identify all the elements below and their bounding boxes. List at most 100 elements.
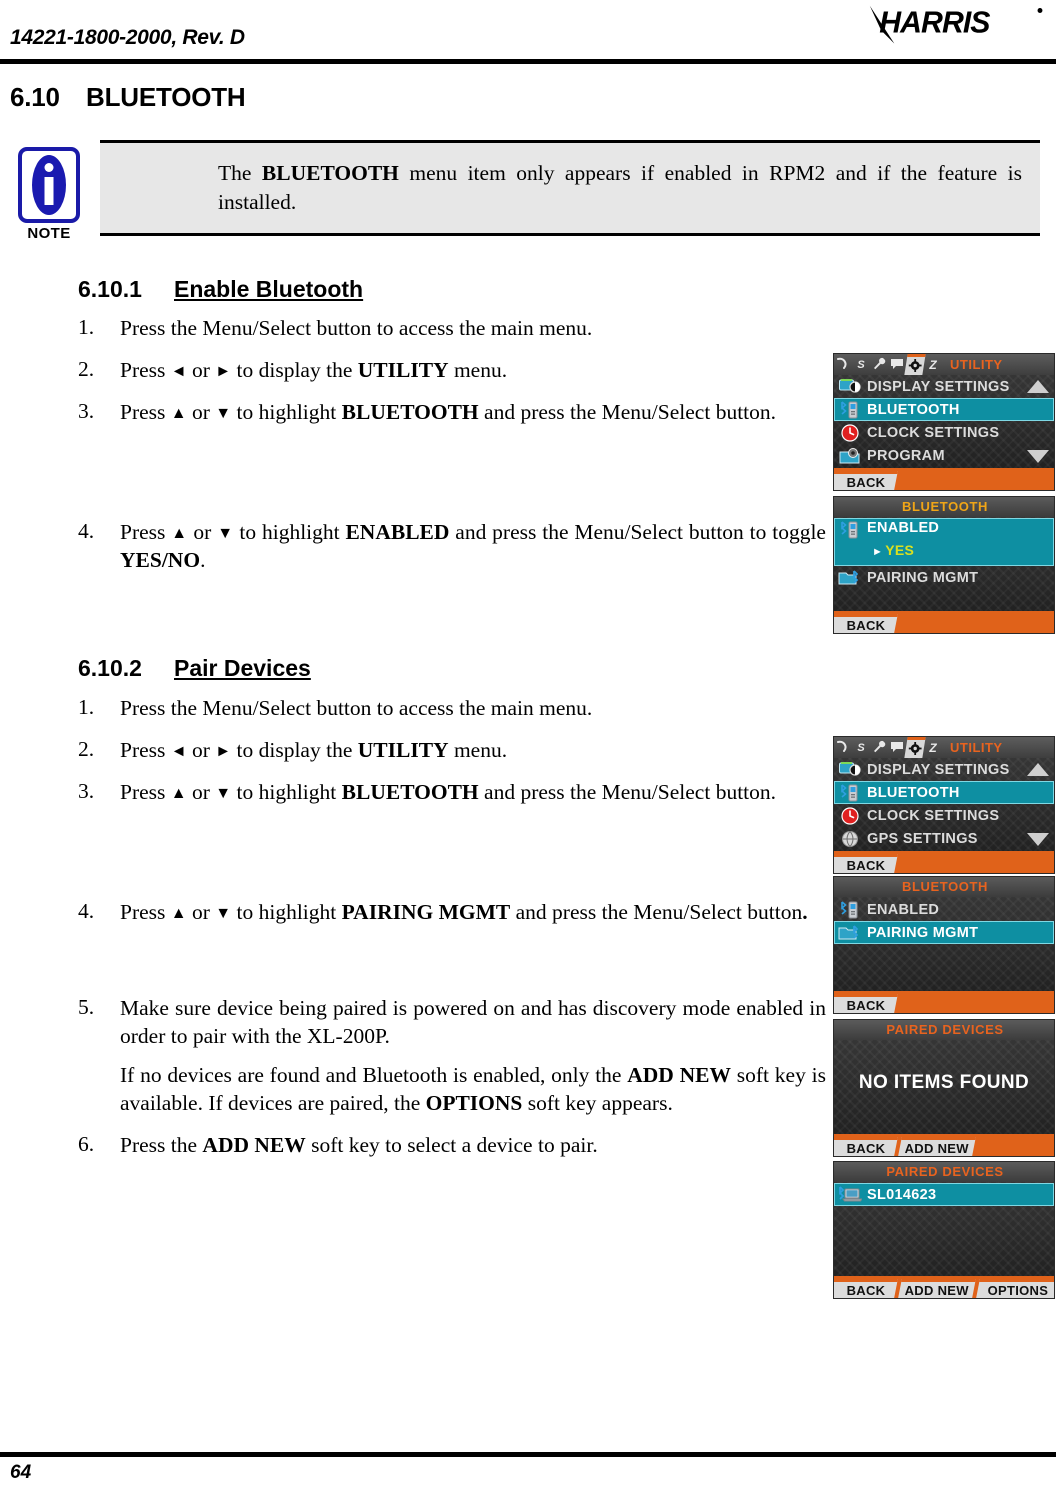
menu-item-label: CLOCK SETTINGS: [867, 424, 1000, 441]
zone-icon[interactable]: Z: [924, 737, 942, 758]
step-marker: 6.: [78, 1131, 95, 1156]
page-header: 14221-1800-2000, Rev. D HARRIS: [0, 0, 1056, 64]
screen-title-bar: PAIRED DEVICES: [834, 1020, 1054, 1040]
softkey-back[interactable]: BACK: [834, 471, 898, 490]
steps-list-enable-bluetooth: 1. Press the Menu/Select button to access…: [78, 315, 826, 589]
subsection-heading-6-10-2: 6.10.2 Pair Devices: [78, 655, 311, 682]
menu-item-label: DISPLAY SETTINGS: [867, 378, 1010, 395]
note-box: NOTE The BLUETOOTH menu item only appear…: [18, 140, 1040, 242]
menu-item[interactable]: PAIRING MGMT: [834, 921, 1054, 944]
scroll-up-icon[interactable]: [1027, 763, 1049, 776]
step-item: 2. Press ◄ or ► to display the UTILITY me…: [78, 357, 826, 385]
clock-icon: [837, 423, 863, 442]
bluetooth-radio-icon: [837, 400, 863, 419]
menu-item[interactable]: ENABLED ► YES: [834, 518, 1054, 566]
scroll-up-icon[interactable]: [1027, 380, 1049, 393]
scan-icon[interactable]: S: [852, 737, 870, 758]
menu-item[interactable]: PROGRAM: [834, 444, 1054, 467]
step-text: Press the ADD NEW soft key to select a d…: [120, 1132, 598, 1157]
scroll-down-icon[interactable]: [1027, 833, 1049, 846]
menu-item-label: PROGRAM: [867, 447, 945, 464]
zone-icon[interactable]: Z: [924, 354, 942, 375]
step-item: 2. Press ◄ or ► to display the UTILITY me…: [78, 737, 826, 765]
softkey-back[interactable]: BACK: [834, 614, 898, 633]
screen-title: PAIRED DEVICES: [886, 1164, 1004, 1179]
wrench-icon[interactable]: [870, 354, 888, 375]
step-text: Press ▲ or ▼ to highlight BLUETOOTH and …: [120, 399, 777, 424]
subsection-number: 6.10.1: [78, 276, 142, 302]
softkey-add-new[interactable]: ADD NEW: [898, 1137, 976, 1156]
menu-item-label: PAIRING MGMT: [867, 924, 979, 941]
step-text: Press the Menu/Select button to access t…: [120, 316, 593, 340]
clock-icon: [837, 806, 863, 825]
info-icon: [18, 147, 80, 223]
menu-item[interactable]: CLOCK SETTINGS: [834, 421, 1054, 444]
document-page: 14221-1800-2000, Rev. D HARRIS 6.10 BLUET…: [0, 0, 1056, 1510]
subsection-title: Enable Bluetooth: [174, 276, 364, 302]
call-icon[interactable]: [834, 737, 852, 758]
softkey-options[interactable]: OPTIONS: [976, 1279, 1054, 1298]
softkey-add-new[interactable]: ADD NEW: [898, 1279, 976, 1298]
radio-screen-paired-devices-list: PAIRED DEVICES SL014623 BACK ADD NEW OPTIONS: [833, 1161, 1055, 1299]
call-icon[interactable]: [834, 354, 852, 375]
screen-title: UTILITY: [950, 740, 1003, 755]
menu-item-label: ENABLED: [867, 520, 940, 536]
subsection-number: 6.10.2: [78, 655, 142, 681]
gps-icon: [837, 829, 863, 848]
scan-icon[interactable]: S: [852, 354, 870, 375]
menu-item[interactable]: BLUETOOTH: [834, 398, 1054, 421]
softkey-back[interactable]: BACK: [834, 1137, 898, 1156]
wrench-icon[interactable]: [870, 737, 888, 758]
softkey-back[interactable]: BACK: [834, 854, 898, 873]
gear-icon[interactable]: [904, 354, 926, 375]
menu-item-value[interactable]: ► YES: [872, 542, 914, 558]
menu-item[interactable]: GPS SETTINGS: [834, 827, 1054, 850]
scroll-down-icon[interactable]: [1027, 450, 1049, 463]
menu-item-label: CLOCK SETTINGS: [867, 807, 1000, 824]
menu-item-label: BLUETOOTH: [867, 784, 960, 801]
screen-title-bar: BLUETOOTH: [834, 497, 1054, 517]
menu-item[interactable]: DISPLAY SETTINGS: [834, 758, 1054, 781]
menu-item[interactable]: DISPLAY SETTINGS: [834, 375, 1054, 398]
step-continuation: If no devices are found and Bluetooth is…: [120, 1062, 826, 1115]
menu-item[interactable]: ENABLED: [834, 898, 1054, 921]
step-item: 1. Press the Menu/Select button to access…: [78, 315, 826, 343]
message-icon[interactable]: [888, 354, 906, 375]
step-item: 3. Press ▲ or ▼ to highlight BLUETOOTH an…: [78, 779, 826, 807]
page-title: 6.10 BLUETOOTH: [10, 82, 246, 113]
menu-item[interactable]: BLUETOOTH: [834, 781, 1054, 804]
step-marker: 2.: [78, 736, 95, 761]
menu-item-label: BLUETOOTH: [867, 401, 960, 418]
soft-key-bar: BACK: [834, 851, 1054, 873]
program-icon: [837, 446, 863, 465]
steps-list-pair-devices: 1. Press the Menu/Select button to access…: [78, 695, 826, 1173]
screen-title: BLUETOOTH: [901, 879, 989, 894]
screen-title: UTILITY: [950, 357, 1003, 372]
page-number: 64: [10, 1462, 32, 1483]
menu-item-label: SL014623: [867, 1186, 937, 1203]
bluetooth-radio-icon: [837, 783, 863, 802]
gear-icon[interactable]: [904, 737, 926, 758]
menu-item[interactable]: CLOCK SETTINGS: [834, 804, 1054, 827]
radio-screen-bluetooth-pairing-mgmt: BLUETOOTH ENABLED PAIRING MGMT BACK: [833, 876, 1055, 1014]
menu-item[interactable]: PAIRING MGMT: [834, 566, 1054, 589]
message-icon[interactable]: [888, 737, 906, 758]
step-marker: 4.: [78, 898, 95, 923]
screen-title: BLUETOOTH: [901, 499, 989, 514]
softkey-back[interactable]: BACK: [834, 994, 898, 1013]
bluetooth-laptop-icon: [837, 1185, 863, 1204]
step-marker: 3.: [78, 398, 95, 423]
step-text: Press ◄ or ► to display the UTILITY menu…: [120, 357, 508, 382]
step-marker: 4.: [78, 518, 95, 543]
step-text: Press ▲ or ▼ to highlight PAIRING MGMT a…: [120, 899, 808, 924]
section-title: BLUETOOTH: [86, 82, 246, 112]
radio-screen-utility-menu-1: S Z UTILITY DISPLAY SETTINGS BLUETOOTH CLOCK …: [833, 353, 1055, 491]
radio-screen-bluetooth-enabled: BLUETOOTH ENABLED ► YES PAIRING MGMT BACK: [833, 496, 1055, 634]
step-marker: 3.: [78, 778, 95, 803]
menu-item[interactable]: SL014623: [834, 1183, 1054, 1206]
display-settings-icon: [837, 377, 863, 396]
document-number: 14221-1800-2000, Rev. D: [10, 26, 245, 49]
pairing-folder-icon: [837, 568, 863, 587]
softkey-back[interactable]: BACK: [834, 1279, 898, 1298]
step-text: Press ▲ or ▼ to highlight BLUETOOTH and …: [120, 779, 777, 804]
